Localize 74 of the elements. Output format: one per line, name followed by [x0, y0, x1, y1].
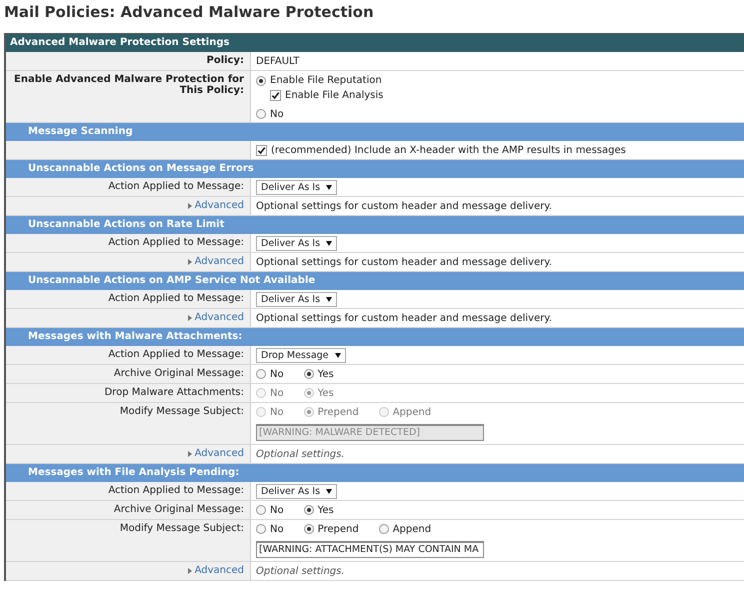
field-label: Modify Message Subject: [120, 406, 244, 417]
section-header: Unscannable Actions on AMP Service Not Available [6, 272, 744, 290]
advanced-link[interactable]: Advanced [188, 565, 244, 576]
radio-label: Yes [318, 368, 334, 380]
caret-icon [334, 353, 341, 358]
dropdown[interactable]: Deliver As Is [256, 484, 338, 499]
radio-button[interactable] [256, 109, 266, 119]
dropdown[interactable]: Deliver As Is [256, 236, 338, 251]
dropdown[interactable]: Drop Message [256, 348, 346, 363]
checkbox-label: (recommended) Include an X-header with the AMP results in messages [271, 144, 626, 156]
radio-button[interactable] [256, 76, 266, 86]
checkbox-label: Enable File Analysis [285, 90, 384, 101]
expand-icon [188, 258, 192, 264]
radio-label: No [270, 108, 284, 120]
section-header: Advanced Malware Protection Settings [6, 34, 744, 52]
radio-label: Append [392, 524, 432, 534]
radio-button[interactable] [256, 524, 266, 534]
expand-icon [188, 450, 192, 456]
checkbox[interactable] [270, 90, 281, 101]
dropdown[interactable]: Deliver As Is [256, 292, 338, 307]
radio-label: No [270, 368, 284, 380]
advanced-link[interactable]: Advanced [188, 200, 244, 211]
radio-label: Yes [318, 504, 334, 516]
hint-text: Optional settings for custom header and message delivery. [256, 256, 552, 268]
expand-icon [188, 568, 192, 574]
caret-icon [326, 297, 332, 302]
field-label: Action Applied to Message: [108, 237, 244, 248]
advanced-link[interactable]: Advanced [188, 448, 244, 459]
caret-icon [326, 489, 332, 494]
radio-button[interactable] [378, 524, 389, 534]
field-label: Action Applied to Message: [108, 485, 244, 496]
radio-label: Yes [318, 388, 334, 398]
checkbox[interactable] [256, 144, 267, 156]
field-label: Modify Message Subject: [120, 523, 244, 534]
expand-icon [188, 314, 192, 320]
field-label: Policy: [206, 55, 244, 66]
section-header: Message Scanning [6, 123, 744, 141]
field-label: Archive Original Message: [114, 504, 244, 515]
radio-label: Enable File Reputation [270, 75, 382, 86]
subject-field[interactable]: [WARNING: ATTACHMENT(S) MAY CONTAIN MA [256, 541, 484, 558]
section-header: Unscannable Actions on Rate Limit [6, 216, 744, 234]
dropdown[interactable]: Deliver As Is [256, 180, 338, 195]
field-label: Action Applied to Message: [108, 349, 244, 360]
field-label: Archive Original Message: [114, 368, 244, 379]
caret-icon [326, 241, 332, 246]
field-label: Action Applied to Message: [108, 181, 244, 192]
radio-button[interactable] [256, 505, 266, 515]
radio-label: No [270, 406, 284, 418]
field-label: Action Applied to Message: [108, 293, 244, 304]
radio-label: No [270, 524, 284, 534]
page-title: Mail Policies: Advanced Malware Protection [4, 2, 375, 23]
radio-label: No [270, 504, 284, 516]
radio-label: Append [392, 406, 432, 418]
section-header: Messages with File Analysis Pending: [6, 464, 744, 482]
expand-icon [188, 202, 192, 208]
section-header: Unscannable Actions on Message Errors [6, 160, 744, 178]
radio-button[interactable] [256, 369, 266, 379]
field-label: Drop Malware Attachments: [104, 387, 244, 398]
hint-text: Optional settings for custom header and message delivery. [256, 312, 552, 324]
radio-label: No [270, 388, 284, 398]
radio-button[interactable] [304, 369, 314, 379]
advanced-link[interactable]: Advanced [188, 256, 244, 267]
radio-button[interactable] [304, 524, 314, 534]
value-text: DEFAULT [256, 55, 300, 67]
radio-label: Prepend [318, 406, 359, 418]
hint-text: Optional settings. [256, 565, 345, 577]
field-label: Enable Advanced Malware Protection for This Policy: [13, 74, 244, 96]
advanced-link[interactable]: Advanced [188, 312, 244, 323]
radio-label: Prepend [318, 524, 359, 534]
hint-text: Optional settings. [256, 448, 345, 460]
radio-button[interactable] [304, 505, 314, 515]
hint-text: Optional settings for custom header and message delivery. [256, 200, 552, 212]
section-header: Messages with Malware Attachments: [6, 328, 744, 346]
caret-icon [326, 185, 332, 190]
